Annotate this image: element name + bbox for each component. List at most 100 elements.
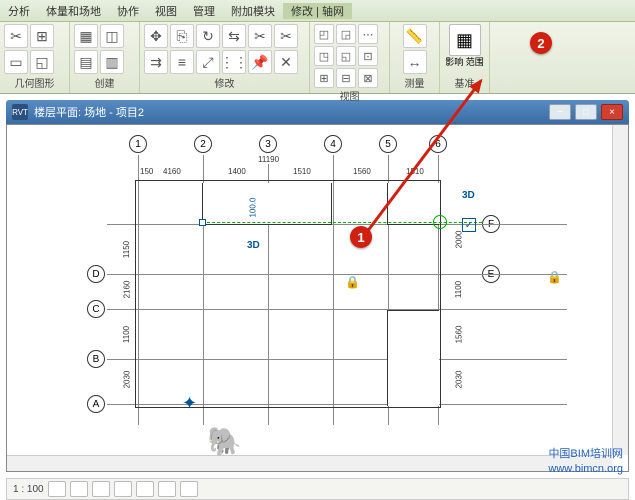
sb-shadow-icon[interactable] bbox=[114, 481, 132, 497]
watermark-text: 中国BIM培训网 www.bimcn.org bbox=[548, 447, 623, 476]
v3-icon[interactable]: ⋯ bbox=[358, 24, 378, 44]
menu-mass-site[interactable]: 体量和场地 bbox=[38, 3, 109, 19]
group-measure-label: 测量 bbox=[394, 75, 435, 91]
menu-addins[interactable]: 附加模块 bbox=[223, 3, 283, 19]
dim-100[interactable]: 100.0 bbox=[249, 196, 258, 218]
split-icon[interactable]: ✂ bbox=[274, 24, 298, 48]
dim-r4: 2030 bbox=[454, 370, 463, 390]
sb-crop-icon[interactable] bbox=[136, 481, 154, 497]
paint-icon[interactable]: ▭ bbox=[4, 50, 28, 74]
move-icon[interactable]: ✥ bbox=[144, 24, 168, 48]
menu-view[interactable]: 视图 bbox=[147, 3, 185, 19]
lock-icon-1[interactable]: 🔒 bbox=[345, 275, 357, 287]
dim-l3: 2160 bbox=[122, 280, 131, 300]
dim-r1: 2000 bbox=[454, 230, 463, 250]
join-icon[interactable]: ⊞ bbox=[30, 24, 54, 48]
group-geometry-label: 几何图形 bbox=[4, 75, 65, 91]
grid-bubble-2[interactable]: 2 bbox=[194, 135, 212, 153]
grid-bubble-1[interactable]: 1 bbox=[129, 135, 147, 153]
dim-l2: 1100 bbox=[122, 325, 131, 344]
sb-hide-icon[interactable] bbox=[158, 481, 176, 497]
dim-top-total: 11190 bbox=[257, 155, 280, 164]
grid-bubble-b[interactable]: B bbox=[87, 350, 105, 368]
grid-end-circle[interactable] bbox=[433, 215, 447, 229]
create2-icon[interactable]: ◫ bbox=[100, 24, 124, 48]
close-button[interactable]: × bbox=[601, 104, 623, 120]
vertical-scrollbar[interactable] bbox=[612, 125, 628, 455]
grid-bubble-3[interactable]: 3 bbox=[259, 135, 277, 153]
trim-icon[interactable]: ✂ bbox=[248, 24, 272, 48]
grid-visibility-check[interactable]: ✓ bbox=[462, 218, 476, 232]
create3-icon[interactable]: ▤ bbox=[74, 50, 98, 74]
menu-analysis[interactable]: 分析 bbox=[0, 3, 38, 19]
watermark-logo: 🐘 bbox=[207, 425, 242, 458]
scale-icon[interactable]: ⤢ bbox=[196, 50, 220, 74]
group-modify-label: 修改 bbox=[144, 75, 305, 91]
menu-bar: 分析 体量和场地 协作 视图 管理 附加模块 修改 | 轴网 bbox=[0, 0, 635, 22]
dim-t3: 1400 bbox=[227, 167, 247, 176]
marker-3d-right[interactable]: 3D bbox=[462, 190, 475, 201]
dim-icon[interactable]: ↔ bbox=[403, 50, 427, 74]
horizontal-scrollbar[interactable] bbox=[7, 455, 612, 471]
delete-icon[interactable]: ✕ bbox=[274, 50, 298, 74]
floor-plan: 1 2 3 4 5 6 A B C D E F 11190 150 4160 bbox=[87, 135, 567, 465]
v1-icon[interactable]: ◰ bbox=[314, 24, 334, 44]
propagate-extents-button[interactable]: ▦ bbox=[449, 24, 481, 56]
viewport-title-text: 楼层平面: 场地 - 项目2 bbox=[34, 104, 144, 120]
dim-r2: 1100 bbox=[454, 280, 463, 299]
sb-visual-icon[interactable] bbox=[70, 481, 88, 497]
grid-bubble-5[interactable]: 5 bbox=[379, 135, 397, 153]
drawing-viewport[interactable]: 1 2 3 4 5 6 A B C D E F 11190 150 4160 bbox=[6, 124, 629, 472]
dim-l1: 2030 bbox=[122, 370, 131, 390]
measure-icon[interactable]: 📏 bbox=[403, 24, 427, 48]
align-icon[interactable]: ≡ bbox=[170, 50, 194, 74]
sb-detail-icon[interactable] bbox=[48, 481, 66, 497]
dim-t4: 1510 bbox=[292, 167, 312, 176]
grid-handle-left[interactable] bbox=[199, 219, 206, 226]
v9-icon[interactable]: ⊠ bbox=[358, 68, 378, 88]
cope-icon[interactable]: ◱ bbox=[30, 50, 54, 74]
array-icon[interactable]: ⋮⋮ bbox=[222, 50, 246, 74]
menu-modify-grid[interactable]: 修改 | 轴网 bbox=[283, 3, 352, 19]
rotate-icon[interactable]: ↻ bbox=[196, 24, 220, 48]
cut-icon[interactable]: ✂ bbox=[4, 24, 28, 48]
create4-icon[interactable]: ▥ bbox=[100, 50, 124, 74]
copy-icon[interactable]: ⎘ bbox=[170, 24, 194, 48]
mirror-icon[interactable]: ⇆ bbox=[222, 24, 246, 48]
sb-sun-icon[interactable] bbox=[92, 481, 110, 497]
dim-t2: 4160 bbox=[162, 167, 182, 176]
menu-collab[interactable]: 协作 bbox=[109, 3, 147, 19]
marker-3d-left[interactable]: 3D bbox=[247, 240, 260, 251]
dim-t5: 1560 bbox=[352, 167, 372, 176]
rvt-icon: RVT bbox=[12, 104, 28, 120]
group-view-label: 视图 bbox=[314, 88, 385, 104]
lock-icon-2[interactable]: 🔒 bbox=[547, 270, 559, 282]
grid-bubble-a[interactable]: A bbox=[87, 395, 105, 413]
callout-2: 2 bbox=[530, 32, 552, 54]
scale-value[interactable]: 1 : 100 bbox=[13, 484, 44, 495]
grid-bubble-d[interactable]: D bbox=[87, 265, 105, 283]
v2-icon[interactable]: ◲ bbox=[336, 24, 356, 44]
minimize-button[interactable]: − bbox=[549, 104, 571, 120]
dim-t1: 150 bbox=[139, 167, 154, 176]
v6-icon[interactable]: ⊡ bbox=[358, 46, 378, 66]
v4-icon[interactable]: ◳ bbox=[314, 46, 334, 66]
pin-icon[interactable]: 📌 bbox=[248, 50, 272, 74]
maximize-button[interactable]: □ bbox=[575, 104, 597, 120]
create1-icon[interactable]: ▦ bbox=[74, 24, 98, 48]
callout-1: 1 bbox=[350, 226, 372, 248]
status-bar: 1 : 100 bbox=[6, 478, 629, 500]
menu-manage[interactable]: 管理 bbox=[185, 3, 223, 19]
dim-l4: 1150 bbox=[122, 240, 131, 259]
v7-icon[interactable]: ⊞ bbox=[314, 68, 334, 88]
grid-bubble-4[interactable]: 4 bbox=[324, 135, 342, 153]
offset-icon[interactable]: ⇉ bbox=[144, 50, 168, 74]
compass-icon[interactable]: ✦ bbox=[182, 393, 197, 414]
grid-bubble-c[interactable]: C bbox=[87, 300, 105, 318]
v5-icon[interactable]: ◱ bbox=[336, 46, 356, 66]
dim-r3: 1560 bbox=[454, 325, 463, 345]
group-create-label: 创建 bbox=[74, 75, 135, 91]
v8-icon[interactable]: ⊟ bbox=[336, 68, 356, 88]
sb-reveal-icon[interactable] bbox=[180, 481, 198, 497]
propagate-label: 影响 范围 bbox=[445, 58, 484, 68]
